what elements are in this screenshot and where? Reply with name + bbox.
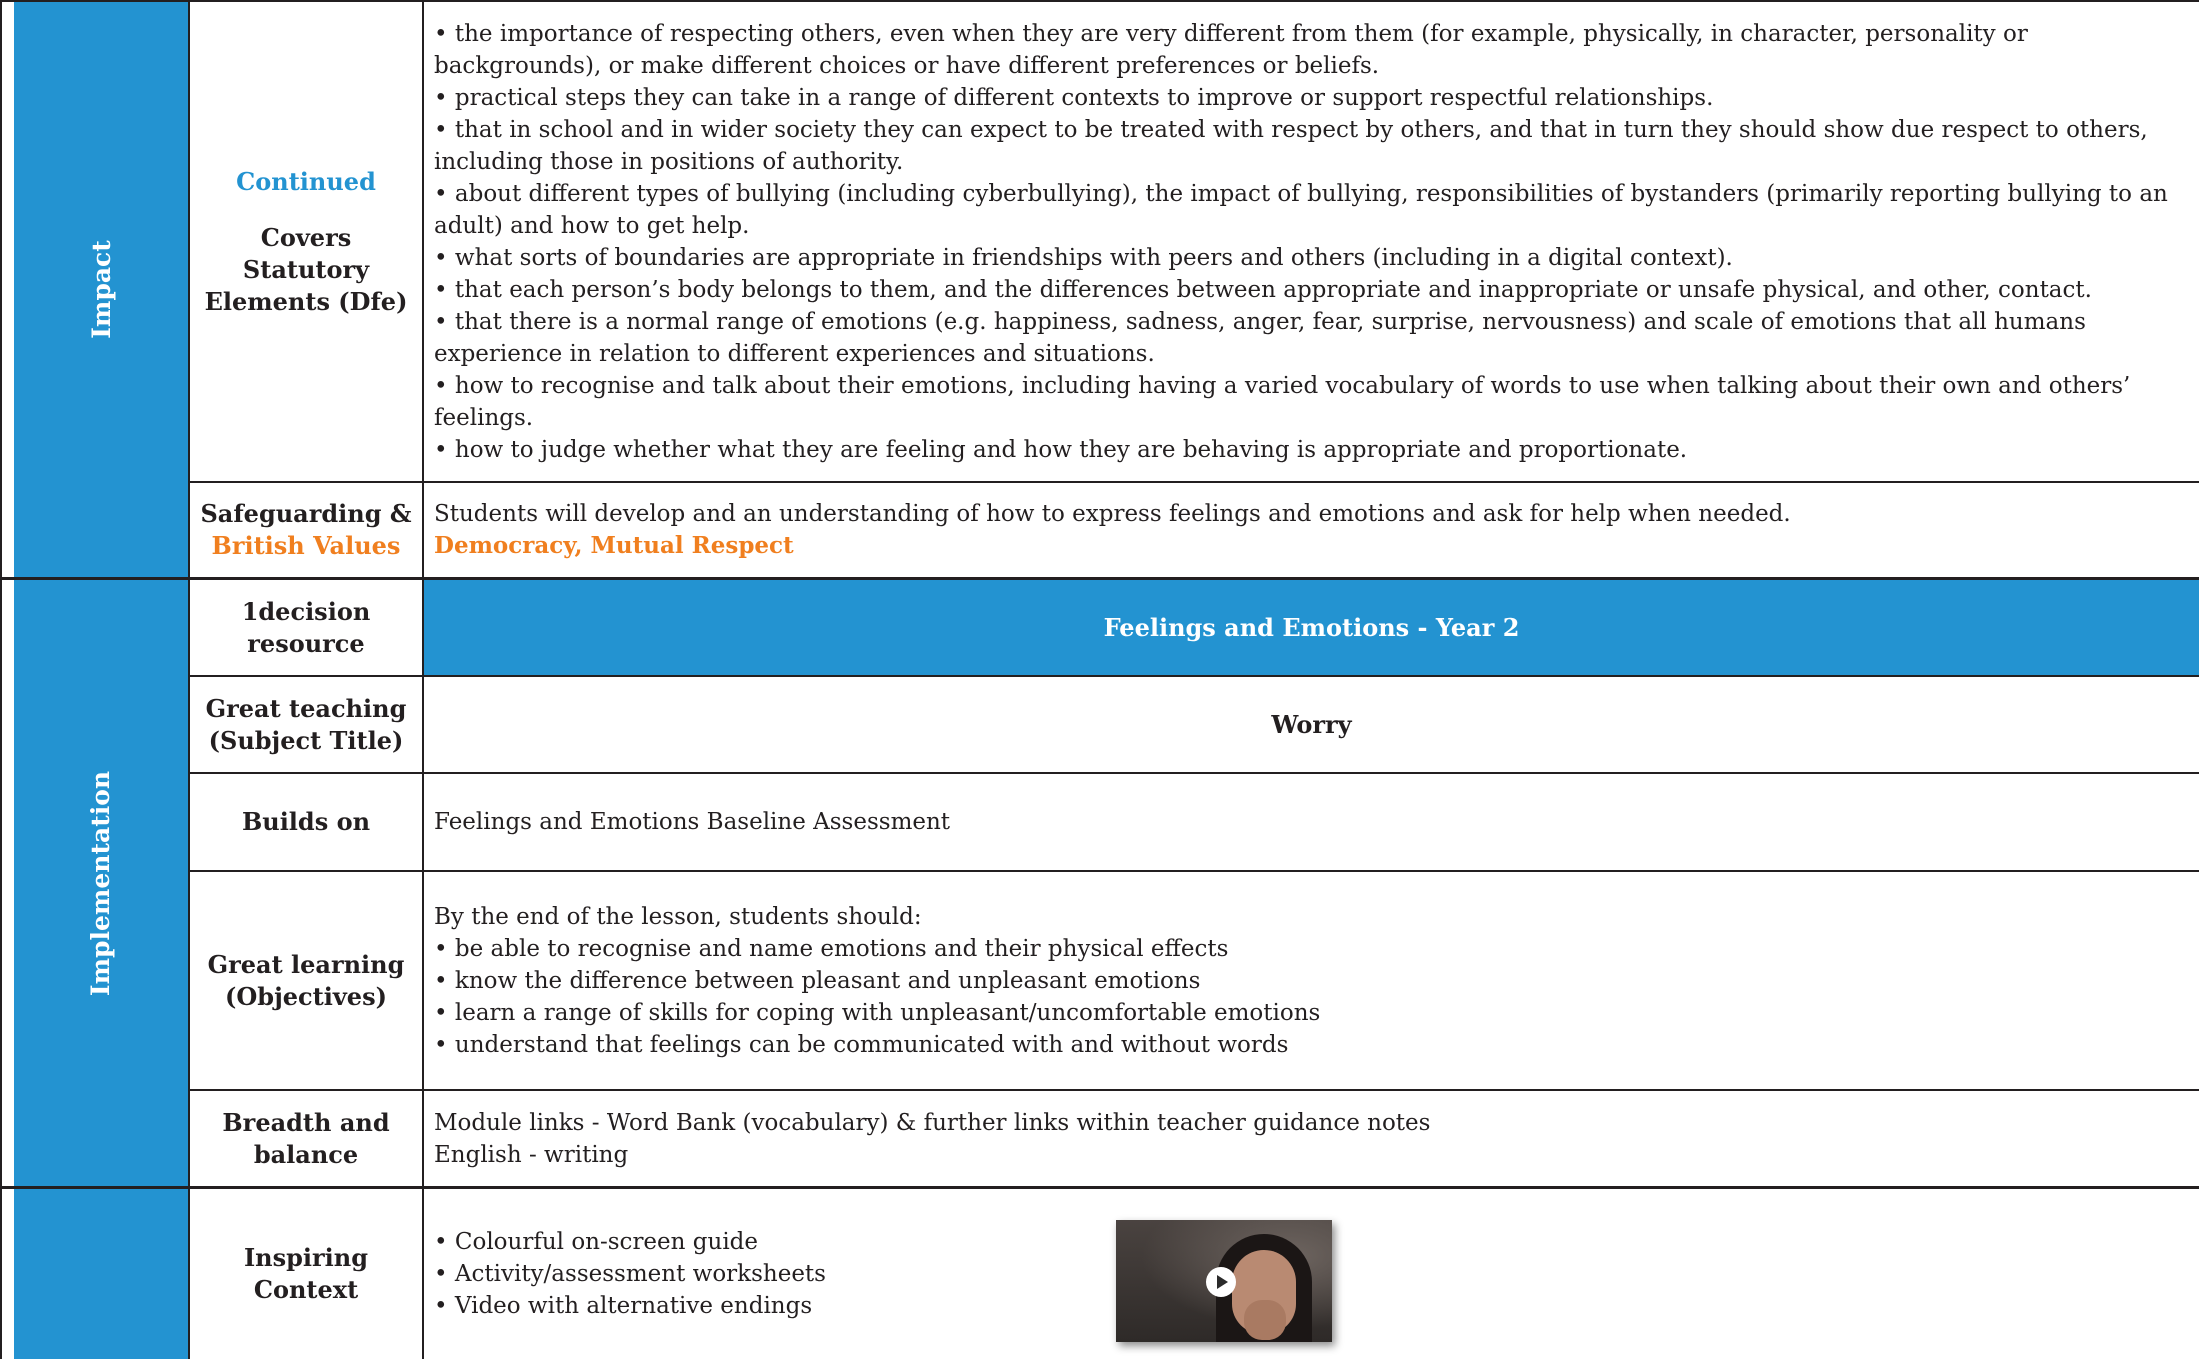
learning-label: Great learning (Objectives) (207, 949, 405, 1011)
builds-label-cell: Builds on (190, 774, 424, 872)
statutory-bullet: • that each person’s body belongs to the… (434, 276, 2092, 303)
teaching-content: Worry (424, 677, 2199, 774)
statutory-bullet: • the importance of respecting others, e… (434, 20, 2028, 79)
resource-banner: Feelings and Emotions - Year 2 (424, 580, 2199, 677)
statutory-bullet: • how to judge whether what they are fee… (434, 436, 1688, 463)
continued-label: Continued (236, 166, 376, 196)
curriculum-table: Impact Implementation Continued Covers S… (0, 0, 2199, 1359)
statutory-label: Covers Statutory Elements (Dfe) (204, 222, 408, 316)
british-values-label: British Values (211, 531, 401, 560)
safeguarding-text: Students will develop and an understandi… (434, 501, 1791, 527)
teaching-label: Great teaching (Subject Title) (205, 693, 407, 755)
builds-content: Feelings and Emotions Baseline Assessmen… (424, 774, 2199, 872)
statutory-bullet: • practical steps they can take in a ran… (434, 84, 1714, 111)
breadth-line: English - writing (434, 1141, 629, 1168)
safeguarding-content: Students will develop and an understandi… (424, 483, 2199, 580)
british-values-text: Democracy, Mutual Respect (434, 532, 794, 559)
section-third (14, 1189, 190, 1359)
resource-label-cell: 1decision resource (190, 580, 424, 677)
learning-intro: By the end of the lesson, students shoul… (434, 903, 922, 930)
section-impact-label: Impact (86, 240, 116, 339)
resource-label: 1decision resource (241, 596, 371, 658)
left-strip (0, 0, 14, 580)
play-icon[interactable] (1206, 1267, 1236, 1297)
builds-text: Feelings and Emotions Baseline Assessmen… (434, 809, 951, 835)
inspiring-label: Inspiring Context (243, 1243, 369, 1304)
learning-bullet: • be able to recognise and name emotions… (434, 935, 1229, 962)
breadth-line: Module links - Word Bank (vocabulary) & … (434, 1109, 1431, 1136)
statutory-content: • the importance of respecting others, e… (424, 0, 2199, 483)
teaching-label-cell: Great teaching (Subject Title) (190, 677, 424, 774)
subject-title: Worry (1271, 710, 1352, 739)
video-thumbnail[interactable] (1116, 1220, 1332, 1342)
statutory-bullet: • that in school and in wider society th… (434, 116, 2148, 175)
statutory-bullet: • about different types of bullying (inc… (434, 180, 2168, 239)
resource-title: Feelings and Emotions - Year 2 (1103, 613, 1520, 642)
section-implementation: Implementation (14, 580, 190, 1189)
safeguarding-label-cell: Safeguarding & British Values (190, 483, 424, 580)
left-strip (0, 1189, 14, 1359)
statutory-bullet: • that there is a normal range of emotio… (434, 308, 2086, 367)
learning-label-cell: Great learning (Objectives) (190, 872, 424, 1091)
learning-content: By the end of the lesson, students shoul… (424, 872, 2199, 1091)
video-person-hand (1244, 1300, 1286, 1340)
section-impact: Impact (14, 0, 190, 580)
statutory-bullet: • what sorts of boundaries are appropria… (434, 244, 1733, 271)
learning-bullet: • understand that feelings can be commun… (434, 1031, 1289, 1058)
safeguarding-label: Safeguarding & (200, 499, 412, 528)
left-strip (0, 580, 14, 1189)
breadth-label-cell: Breadth and balance (190, 1091, 424, 1189)
statutory-label-cell: Continued Covers Statutory Elements (Dfe… (190, 0, 424, 483)
inspiring-label-cell: Inspiring Context (190, 1189, 424, 1359)
breadth-label: Breadth and balance (222, 1107, 390, 1169)
statutory-bullet: • how to recognise and talk about their … (434, 372, 2131, 431)
learning-bullet: • know the difference between pleasant a… (434, 967, 1201, 994)
builds-label: Builds on (241, 807, 371, 836)
breadth-content: Module links - Word Bank (vocabulary) & … (424, 1091, 2199, 1189)
learning-bullet: • learn a range of skills for coping wit… (434, 999, 1321, 1026)
section-implementation-label: Implementation (86, 770, 116, 996)
